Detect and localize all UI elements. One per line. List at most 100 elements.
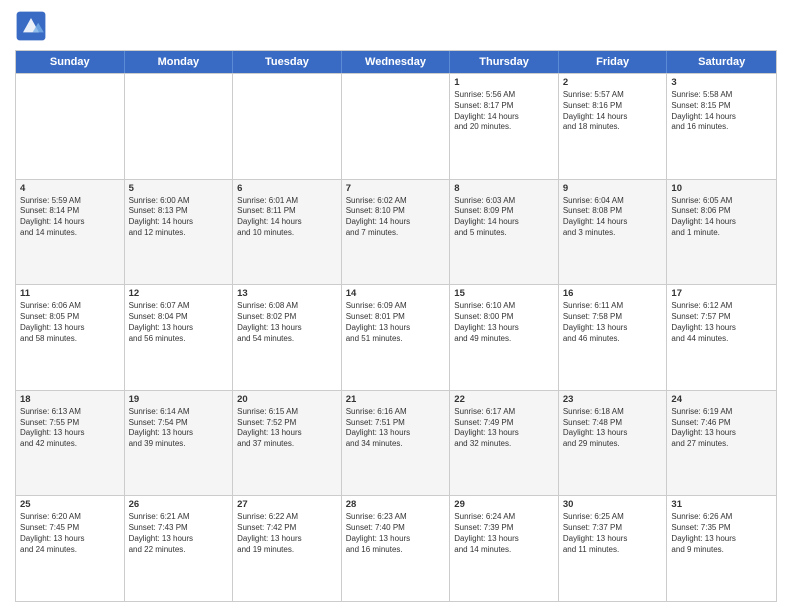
day-info: Sunrise: 6:24 AM Sunset: 7:39 PM Dayligh… (454, 512, 554, 555)
cal-cell-3-0: 18 Sunrise: 6:13 AM Sunset: 7:55 PM Dayli… (16, 391, 125, 496)
day-number: 23 (563, 394, 663, 405)
cal-cell-0-4: 1 Sunrise: 5:56 AM Sunset: 8:17 PM Daylig… (450, 74, 559, 179)
day-number: 22 (454, 394, 554, 405)
cal-cell-4-0: 25 Sunrise: 6:20 AM Sunset: 7:45 PM Dayli… (16, 496, 125, 601)
day-info: Sunrise: 5:58 AM Sunset: 8:15 PM Dayligh… (671, 90, 772, 133)
cal-cell-1-1: 5 Sunrise: 6:00 AM Sunset: 8:13 PM Daylig… (125, 180, 234, 285)
cal-cell-4-3: 28 Sunrise: 6:23 AM Sunset: 7:40 PM Dayli… (342, 496, 451, 601)
day-number: 29 (454, 499, 554, 510)
day-info: Sunrise: 6:16 AM Sunset: 7:51 PM Dayligh… (346, 407, 446, 450)
day-number: 3 (671, 77, 772, 88)
logo (15, 10, 51, 42)
cal-cell-1-6: 10 Sunrise: 6:05 AM Sunset: 8:06 PM Dayli… (667, 180, 776, 285)
day-number: 10 (671, 183, 772, 194)
day-info: Sunrise: 6:23 AM Sunset: 7:40 PM Dayligh… (346, 512, 446, 555)
day-info: Sunrise: 6:14 AM Sunset: 7:54 PM Dayligh… (129, 407, 229, 450)
day-number: 12 (129, 288, 229, 299)
calendar-row-3: 18 Sunrise: 6:13 AM Sunset: 7:55 PM Dayli… (16, 390, 776, 496)
cal-cell-0-0 (16, 74, 125, 179)
cal-cell-2-0: 11 Sunrise: 6:06 AM Sunset: 8:05 PM Dayli… (16, 285, 125, 390)
day-number: 18 (20, 394, 120, 405)
cal-cell-3-4: 22 Sunrise: 6:17 AM Sunset: 7:49 PM Dayli… (450, 391, 559, 496)
day-info: Sunrise: 6:04 AM Sunset: 8:08 PM Dayligh… (563, 196, 663, 239)
day-info: Sunrise: 6:18 AM Sunset: 7:48 PM Dayligh… (563, 407, 663, 450)
header-friday: Friday (559, 51, 668, 73)
day-info: Sunrise: 6:07 AM Sunset: 8:04 PM Dayligh… (129, 301, 229, 344)
day-number: 8 (454, 183, 554, 194)
header-saturday: Saturday (667, 51, 776, 73)
header-tuesday: Tuesday (233, 51, 342, 73)
day-info: Sunrise: 5:57 AM Sunset: 8:16 PM Dayligh… (563, 90, 663, 133)
day-info: Sunrise: 5:56 AM Sunset: 8:17 PM Dayligh… (454, 90, 554, 133)
cal-cell-1-5: 9 Sunrise: 6:04 AM Sunset: 8:08 PM Daylig… (559, 180, 668, 285)
day-number: 5 (129, 183, 229, 194)
day-number: 16 (563, 288, 663, 299)
header-sunday: Sunday (16, 51, 125, 73)
cal-cell-0-3 (342, 74, 451, 179)
day-number: 25 (20, 499, 120, 510)
day-info: Sunrise: 6:25 AM Sunset: 7:37 PM Dayligh… (563, 512, 663, 555)
calendar: Sunday Monday Tuesday Wednesday Thursday… (15, 50, 777, 602)
day-number: 24 (671, 394, 772, 405)
day-number: 15 (454, 288, 554, 299)
day-number: 30 (563, 499, 663, 510)
cal-cell-4-5: 30 Sunrise: 6:25 AM Sunset: 7:37 PM Dayli… (559, 496, 668, 601)
header (15, 10, 777, 42)
day-info: Sunrise: 6:19 AM Sunset: 7:46 PM Dayligh… (671, 407, 772, 450)
day-info: Sunrise: 6:20 AM Sunset: 7:45 PM Dayligh… (20, 512, 120, 555)
day-number: 27 (237, 499, 337, 510)
page: Sunday Monday Tuesday Wednesday Thursday… (0, 0, 792, 612)
calendar-body: 1 Sunrise: 5:56 AM Sunset: 8:17 PM Daylig… (16, 73, 776, 601)
header-thursday: Thursday (450, 51, 559, 73)
day-number: 14 (346, 288, 446, 299)
day-info: Sunrise: 6:17 AM Sunset: 7:49 PM Dayligh… (454, 407, 554, 450)
calendar-row-0: 1 Sunrise: 5:56 AM Sunset: 8:17 PM Daylig… (16, 73, 776, 179)
day-info: Sunrise: 6:26 AM Sunset: 7:35 PM Dayligh… (671, 512, 772, 555)
day-number: 28 (346, 499, 446, 510)
calendar-row-2: 11 Sunrise: 6:06 AM Sunset: 8:05 PM Dayli… (16, 284, 776, 390)
day-number: 1 (454, 77, 554, 88)
day-number: 21 (346, 394, 446, 405)
day-info: Sunrise: 6:05 AM Sunset: 8:06 PM Dayligh… (671, 196, 772, 239)
day-info: Sunrise: 6:08 AM Sunset: 8:02 PM Dayligh… (237, 301, 337, 344)
cal-cell-0-2 (233, 74, 342, 179)
day-number: 31 (671, 499, 772, 510)
day-info: Sunrise: 6:12 AM Sunset: 7:57 PM Dayligh… (671, 301, 772, 344)
cal-cell-0-1 (125, 74, 234, 179)
cal-cell-2-4: 15 Sunrise: 6:10 AM Sunset: 8:00 PM Dayli… (450, 285, 559, 390)
cal-cell-3-3: 21 Sunrise: 6:16 AM Sunset: 7:51 PM Dayli… (342, 391, 451, 496)
cal-cell-1-2: 6 Sunrise: 6:01 AM Sunset: 8:11 PM Daylig… (233, 180, 342, 285)
day-info: Sunrise: 6:10 AM Sunset: 8:00 PM Dayligh… (454, 301, 554, 344)
day-info: Sunrise: 6:01 AM Sunset: 8:11 PM Dayligh… (237, 196, 337, 239)
cal-cell-3-5: 23 Sunrise: 6:18 AM Sunset: 7:48 PM Dayli… (559, 391, 668, 496)
day-info: Sunrise: 5:59 AM Sunset: 8:14 PM Dayligh… (20, 196, 120, 239)
cal-cell-2-5: 16 Sunrise: 6:11 AM Sunset: 7:58 PM Dayli… (559, 285, 668, 390)
cal-cell-3-6: 24 Sunrise: 6:19 AM Sunset: 7:46 PM Dayli… (667, 391, 776, 496)
cal-cell-4-4: 29 Sunrise: 6:24 AM Sunset: 7:39 PM Dayli… (450, 496, 559, 601)
day-number: 19 (129, 394, 229, 405)
cal-cell-1-4: 8 Sunrise: 6:03 AM Sunset: 8:09 PM Daylig… (450, 180, 559, 285)
day-number: 9 (563, 183, 663, 194)
day-info: Sunrise: 6:06 AM Sunset: 8:05 PM Dayligh… (20, 301, 120, 344)
day-info: Sunrise: 6:11 AM Sunset: 7:58 PM Dayligh… (563, 301, 663, 344)
cal-cell-0-6: 3 Sunrise: 5:58 AM Sunset: 8:15 PM Daylig… (667, 74, 776, 179)
day-number: 4 (20, 183, 120, 194)
cal-cell-2-3: 14 Sunrise: 6:09 AM Sunset: 8:01 PM Dayli… (342, 285, 451, 390)
day-info: Sunrise: 6:00 AM Sunset: 8:13 PM Dayligh… (129, 196, 229, 239)
day-info: Sunrise: 6:22 AM Sunset: 7:42 PM Dayligh… (237, 512, 337, 555)
day-info: Sunrise: 6:13 AM Sunset: 7:55 PM Dayligh… (20, 407, 120, 450)
logo-icon (15, 10, 47, 42)
day-number: 17 (671, 288, 772, 299)
day-number: 6 (237, 183, 337, 194)
day-info: Sunrise: 6:09 AM Sunset: 8:01 PM Dayligh… (346, 301, 446, 344)
day-info: Sunrise: 6:03 AM Sunset: 8:09 PM Dayligh… (454, 196, 554, 239)
cal-cell-4-6: 31 Sunrise: 6:26 AM Sunset: 7:35 PM Dayli… (667, 496, 776, 601)
day-number: 11 (20, 288, 120, 299)
cal-cell-4-1: 26Sunrise: 6:21 AM Sunset: 7:43 PM Dayli… (125, 496, 234, 601)
header-monday: Monday (125, 51, 234, 73)
header-wednesday: Wednesday (342, 51, 451, 73)
cal-cell-2-2: 13Sunrise: 6:08 AM Sunset: 8:02 PM Dayli… (233, 285, 342, 390)
day-number: 2 (563, 77, 663, 88)
cal-cell-3-1: 19 Sunrise: 6:14 AM Sunset: 7:54 PM Dayli… (125, 391, 234, 496)
day-number: 26 (129, 499, 229, 510)
